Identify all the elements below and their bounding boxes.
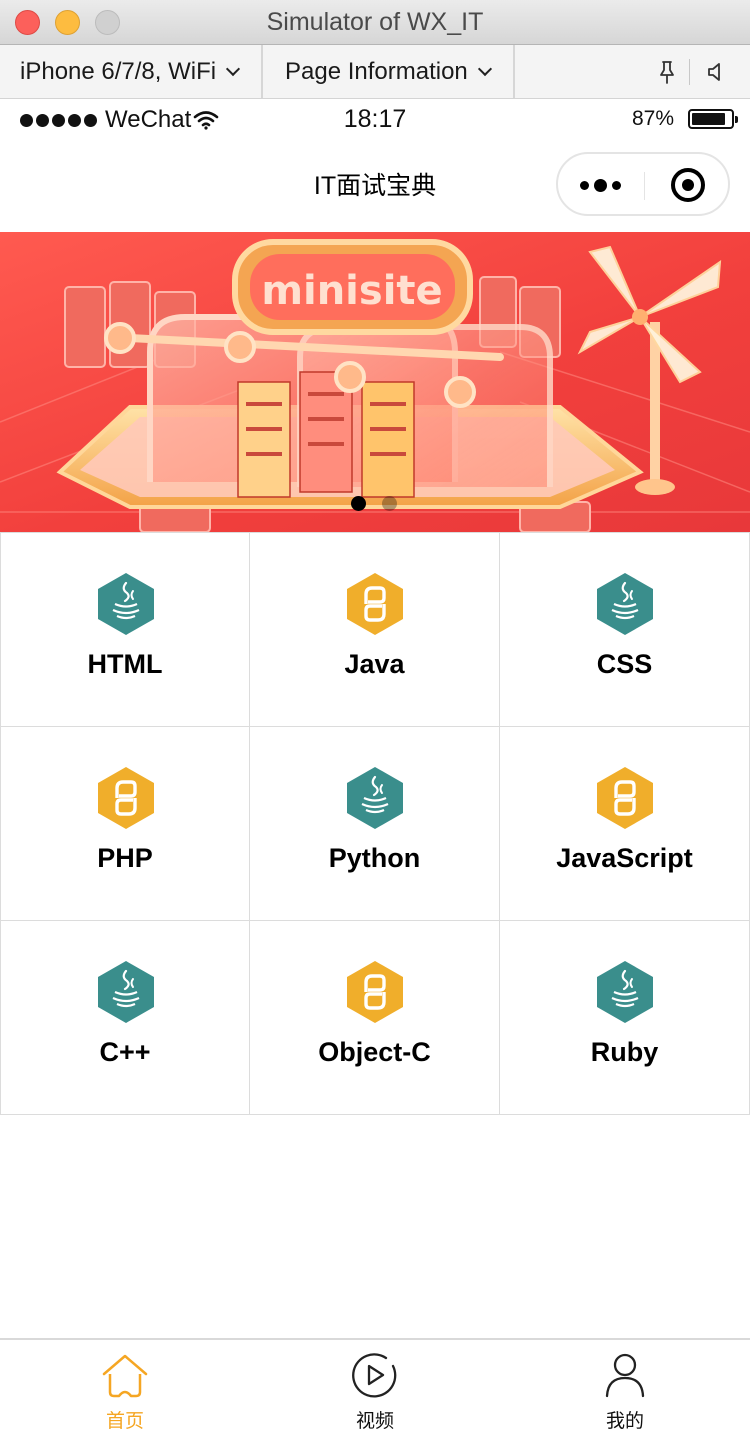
pin-icon[interactable] <box>654 59 680 85</box>
python-icon <box>597 767 653 829</box>
grid-item-java[interactable]: Java <box>250 533 500 727</box>
python-icon <box>347 961 403 1023</box>
capsule-divider <box>644 172 645 200</box>
speaker-icon[interactable] <box>704 59 730 85</box>
grid-item-label: PHP <box>97 843 153 873</box>
grid-item-html[interactable]: HTML <box>0 533 250 727</box>
chevron-down-icon <box>477 61 492 76</box>
grid-item-label: Python <box>328 843 421 873</box>
home-icon <box>102 1354 148 1398</box>
banner-swiper[interactable]: minisite <box>0 232 750 532</box>
language-grid: HTML Java CSS PHP Python JavaScript C++ Object-… <box>0 532 750 1115</box>
window-titlebar: Simulator of WX_IT <box>0 0 750 45</box>
device-select[interactable]: iPhone 6/7/8, WiFi <box>0 45 263 98</box>
play-icon <box>352 1353 397 1398</box>
grid-item-css[interactable]: CSS <box>500 533 750 727</box>
battery-percent: 87% <box>631 107 674 130</box>
simulator-toolbar: iPhone 6/7/8, WiFi Page Information <box>0 45 750 99</box>
mini-program-capsule <box>556 152 730 216</box>
tab-home[interactable]: 首页 <box>0 1340 250 1432</box>
tab-profile[interactable]: 我的 <box>500 1340 750 1432</box>
java-icon <box>347 767 403 829</box>
toolbar-divider <box>689 59 690 85</box>
tab-profile-label: 我的 <box>605 1411 644 1432</box>
device-select-label: iPhone 6/7/8, WiFi <box>20 57 217 85</box>
banner-illustration: minisite <box>0 239 750 532</box>
grid-item-label: C++ <box>99 1037 151 1067</box>
chevron-down-icon <box>226 61 241 76</box>
close-mini-program-icon[interactable] <box>671 168 705 202</box>
phone-status-bar: WeChat 18:17 87% <box>0 100 750 140</box>
page-information-select[interactable]: Page Information <box>263 45 515 98</box>
banner-indicator-dot[interactable] <box>351 496 366 511</box>
banner-indicator-dot[interactable] <box>382 496 397 511</box>
banner-indicators <box>351 496 397 511</box>
more-options-icon[interactable] <box>580 179 621 192</box>
tab-video[interactable]: 视频 <box>250 1340 500 1432</box>
tab-video-label: 视频 <box>355 1411 394 1432</box>
user-icon <box>605 1353 645 1398</box>
grid-item-object-c[interactable]: Object-C <box>250 921 500 1115</box>
java-icon <box>98 961 154 1023</box>
grid-item-c-[interactable]: C++ <box>0 921 250 1115</box>
grid-item-label: Ruby <box>590 1037 659 1067</box>
tab-bar: 首页 视频 我的 <box>0 1338 750 1432</box>
battery-icon <box>688 109 738 129</box>
grid-item-python[interactable]: Python <box>250 727 500 921</box>
window-title: Simulator of WX_IT <box>266 8 484 36</box>
java-icon <box>597 961 653 1023</box>
tab-home-label: 首页 <box>105 1411 144 1432</box>
grid-item-label: HTML <box>87 649 163 679</box>
grid-item-label: CSS <box>596 649 653 679</box>
page-information-label: Page Information <box>285 57 468 85</box>
simulator-window: { "window": { "title": "Simulator of WX_… <box>0 0 750 1432</box>
python-icon <box>347 573 403 635</box>
java-icon <box>98 573 154 635</box>
java-icon <box>597 573 653 635</box>
python-icon <box>98 767 154 829</box>
grid-item-javascript[interactable]: JavaScript <box>500 727 750 921</box>
grid-item-label: Object-C <box>318 1037 431 1067</box>
grid-item-php[interactable]: PHP <box>0 727 250 921</box>
banner-sign-text: minisite <box>261 268 442 314</box>
navigation-bar: IT面试宝典 <box>0 140 750 232</box>
grid-item-ruby[interactable]: Ruby <box>500 921 750 1115</box>
grid-item-label: Java <box>344 649 405 679</box>
grid-item-label: JavaScript <box>556 843 693 873</box>
